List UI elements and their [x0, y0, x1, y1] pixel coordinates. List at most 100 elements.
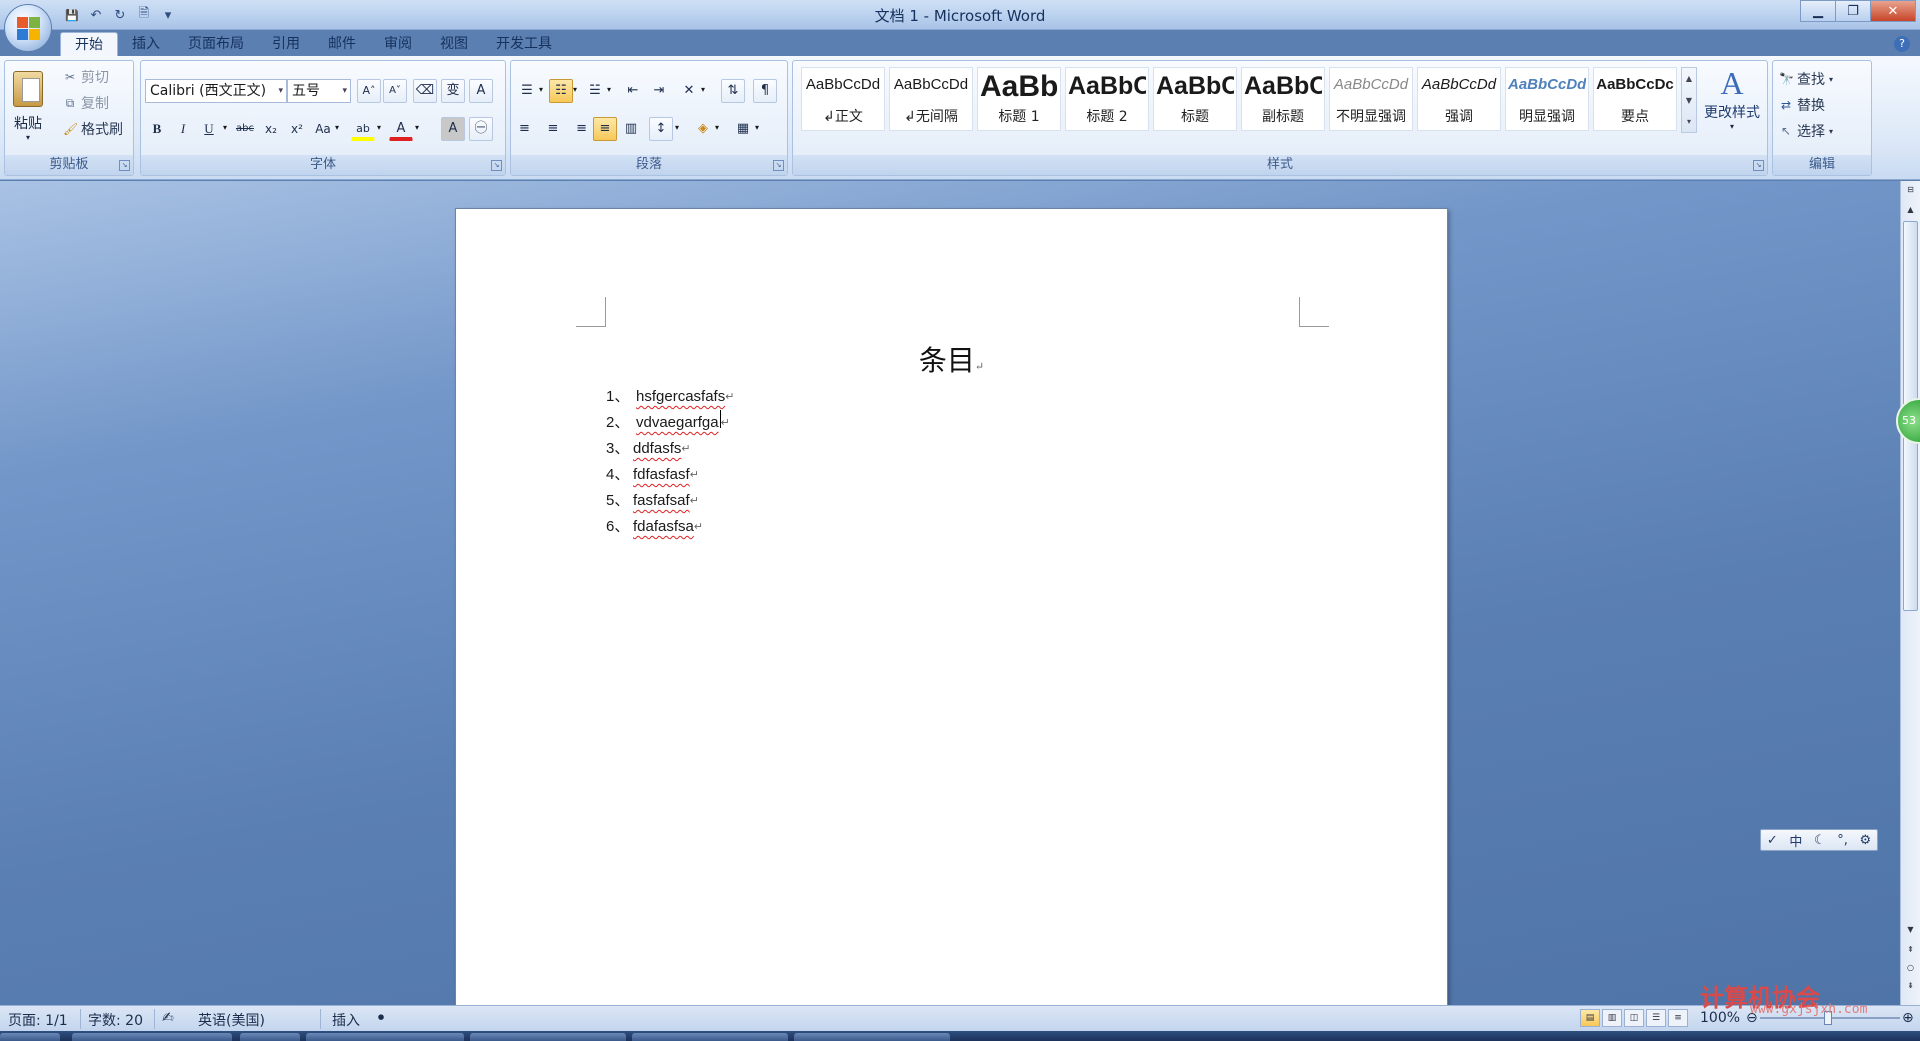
underline-dropdown-icon[interactable]: ▾: [223, 123, 227, 132]
numbering-dropdown-icon[interactable]: ▾: [573, 85, 577, 94]
list-item[interactable]: 5、 fasfafsaf ↵: [606, 488, 734, 514]
tab-mailings[interactable]: 邮件: [314, 32, 370, 56]
sort-button[interactable]: ⇅: [721, 79, 745, 103]
select-button[interactable]: ↖ 选择 ▾: [1779, 121, 1833, 141]
insert-mode[interactable]: 插入: [332, 1010, 360, 1030]
phonetic-guide-button[interactable]: 变: [441, 79, 465, 103]
align-right-button[interactable]: ≡: [567, 117, 591, 141]
styles-launcher-icon[interactable]: ↘: [1753, 160, 1764, 171]
ime-settings-icon[interactable]: ⚙: [1860, 833, 1872, 848]
character-shading-button[interactable]: A: [441, 117, 465, 141]
tab-review[interactable]: 审阅: [370, 32, 426, 56]
change-styles-dropdown-icon[interactable]: ▾: [1730, 122, 1734, 131]
minimize-button[interactable]: ▁: [1800, 0, 1836, 22]
show-marks-button[interactable]: ¶: [753, 79, 777, 103]
paragraph-launcher-icon[interactable]: ↘: [773, 160, 784, 171]
next-page-icon[interactable]: ⇟: [1903, 979, 1918, 993]
style-title[interactable]: AaBbC 标题: [1153, 67, 1237, 131]
taskbar-item[interactable]: [72, 1033, 232, 1041]
underline-button[interactable]: U: [197, 117, 221, 141]
distributed-button[interactable]: ▥: [619, 117, 643, 141]
grow-font-button[interactable]: A˄: [357, 79, 381, 103]
change-case-button[interactable]: Aa: [311, 117, 335, 141]
style-normal[interactable]: AaBbCcDd ↲正文: [801, 67, 885, 131]
style-heading-2[interactable]: AaBbC 标题 2: [1065, 67, 1149, 131]
ime-chinese-mode[interactable]: 中: [1789, 831, 1802, 850]
shrink-font-button[interactable]: A˅: [383, 79, 407, 103]
style-no-spacing[interactable]: AaBbCcDd ↲无间隔: [889, 67, 973, 131]
chinese-layout-button[interactable]: ✕: [677, 79, 701, 103]
scroll-down-icon[interactable]: ▼: [1903, 923, 1918, 937]
taskbar-item[interactable]: [794, 1033, 950, 1041]
taskbar-item[interactable]: [632, 1033, 788, 1041]
bullets-dropdown-icon[interactable]: ▾: [539, 85, 543, 94]
multilevel-list-button[interactable]: ☱: [583, 79, 607, 103]
previous-page-icon[interactable]: ⇞: [1903, 943, 1918, 957]
clear-format-button[interactable]: ⌫: [413, 79, 437, 103]
subscript-button[interactable]: x₂: [259, 117, 283, 141]
enclose-characters-button[interactable]: ㊀: [469, 117, 493, 141]
zoom-slider[interactable]: [1760, 1011, 1900, 1025]
center-button[interactable]: ≡: [541, 117, 565, 141]
proofing-icon[interactable]: ✍: [162, 1010, 174, 1026]
format-painter-button[interactable]: 🖌 格式刷: [63, 119, 123, 139]
tab-view[interactable]: 视图: [426, 32, 482, 56]
font-color-dropdown-icon[interactable]: ▾: [415, 123, 419, 132]
taskbar-item[interactable]: [470, 1033, 626, 1041]
list-item[interactable]: 2、 vdvaegarfga ↵: [606, 410, 734, 436]
character-border-button[interactable]: A: [469, 79, 493, 103]
justify-button[interactable]: ≡: [593, 117, 617, 141]
tab-page-layout[interactable]: 页面布局: [174, 32, 258, 56]
page-count[interactable]: 页面: 1/1: [8, 1010, 68, 1030]
draft-view-icon[interactable]: ≡: [1668, 1009, 1688, 1027]
close-button[interactable]: ✕: [1870, 0, 1916, 22]
numbering-button[interactable]: ☷: [549, 79, 573, 103]
chevron-up-icon[interactable]: ▲: [1682, 68, 1696, 90]
style-subtle-emphasis[interactable]: AaBbCcDd 不明显强调: [1329, 67, 1413, 131]
strikethrough-button[interactable]: abc: [233, 117, 257, 141]
align-left-button[interactable]: ≡: [515, 117, 539, 141]
list-item[interactable]: 4、 fdfasfasf ↵: [606, 462, 734, 488]
paste-dropdown-icon[interactable]: ▾: [26, 133, 30, 142]
italic-button[interactable]: I: [171, 117, 195, 141]
style-intense-emphasis[interactable]: AaBbCcDd 明显强调: [1505, 67, 1589, 131]
highlight-dropdown-icon[interactable]: ▾: [377, 123, 381, 132]
document-page[interactable]: 条目↵ 1、 hsfgercasfafs ↵ 2、 vdvaegarfga ↵ 3、…: [455, 208, 1448, 1005]
scroll-up-icon[interactable]: ▲: [1903, 203, 1918, 217]
shading-dropdown-icon[interactable]: ▾: [715, 123, 719, 132]
list-item[interactable]: 3、 ddfasfs ↵: [606, 436, 734, 462]
full-screen-reading-icon[interactable]: ▥: [1602, 1009, 1622, 1027]
print-layout-view-icon[interactable]: ▤: [1580, 1009, 1600, 1027]
ime-punctuation-icon[interactable]: °,: [1837, 833, 1848, 848]
macro-record-icon[interactable]: ⏺: [378, 1010, 384, 1025]
font-name-combo[interactable]: Calibri (西文正文) ▾: [145, 79, 287, 103]
more-styles-icon[interactable]: ▾: [1682, 112, 1696, 132]
shading-button[interactable]: ◈: [691, 117, 715, 141]
taskbar-item[interactable]: [306, 1033, 464, 1041]
cut-button[interactable]: ✂ 剪切: [63, 67, 109, 87]
web-layout-icon[interactable]: ◫: [1624, 1009, 1644, 1027]
tab-insert[interactable]: 插入: [118, 32, 174, 56]
office-button[interactable]: [4, 4, 52, 52]
borders-button[interactable]: ▦: [731, 117, 755, 141]
line-spacing-dropdown-icon[interactable]: ▾: [675, 123, 679, 132]
change-case-dropdown-icon[interactable]: ▾: [335, 123, 339, 132]
style-heading-1[interactable]: AaBb 标题 1: [977, 67, 1061, 131]
style-subtitle[interactable]: AaBbC 副标题: [1241, 67, 1325, 131]
list-item[interactable]: 1、 hsfgercasfafs ↵: [606, 384, 734, 410]
font-launcher-icon[interactable]: ↘: [491, 160, 502, 171]
increase-indent-button[interactable]: ⇥: [647, 79, 671, 103]
highlight-button[interactable]: ab: [351, 117, 375, 141]
outline-view-icon[interactable]: ☰: [1646, 1009, 1666, 1027]
decrease-indent-button[interactable]: ⇤: [621, 79, 645, 103]
borders-dropdown-icon[interactable]: ▾: [755, 123, 759, 132]
style-emphasis[interactable]: AaBbCcDd 强调: [1417, 67, 1501, 131]
help-icon[interactable]: ?: [1894, 36, 1910, 52]
tab-home[interactable]: 开始: [60, 32, 118, 56]
list-item[interactable]: 6、 fdafasfsa ↵: [606, 514, 734, 540]
restore-button[interactable]: ❐: [1835, 0, 1871, 22]
select-dropdown-icon[interactable]: ▾: [1829, 127, 1833, 136]
chinese-layout-dropdown-icon[interactable]: ▾: [701, 85, 705, 94]
word-count[interactable]: 字数: 20: [88, 1010, 143, 1030]
find-button[interactable]: 🔭 查找 ▾: [1779, 69, 1833, 89]
